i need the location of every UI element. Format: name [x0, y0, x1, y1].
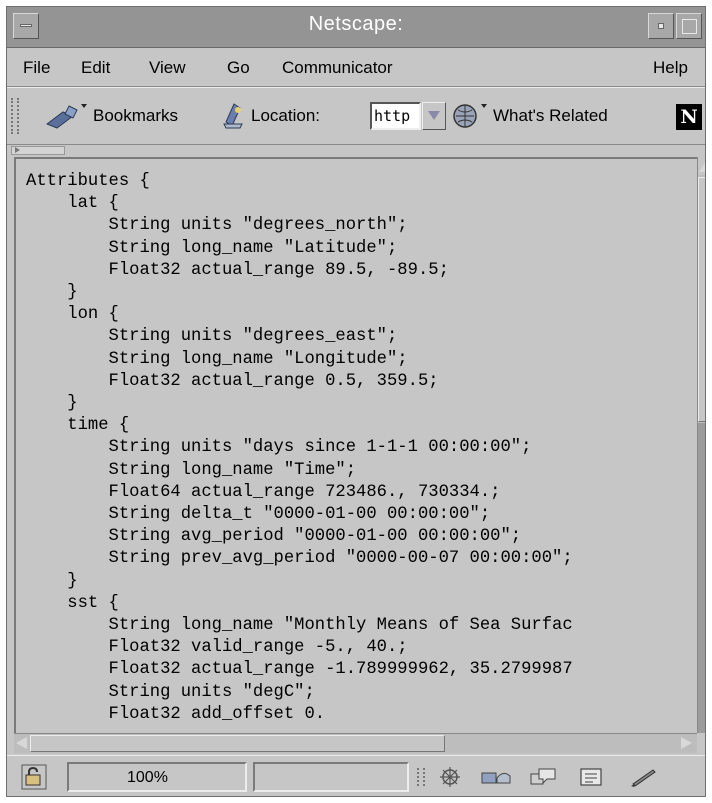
- text-line: String units "degrees_east";: [26, 327, 398, 347]
- text-line: String units "days since 1-1-1 00:00:00"…: [26, 438, 532, 458]
- pen-icon[interactable]: [627, 766, 661, 788]
- mailbox-icon[interactable]: [479, 766, 513, 788]
- minimize-button[interactable]: [648, 13, 674, 39]
- whats-related-icon: [453, 104, 487, 128]
- navigator-icon[interactable]: [435, 766, 465, 788]
- discussion-groups-icon[interactable]: [527, 766, 561, 788]
- text-line: String prev_avg_period "0000-00-07 00:00…: [26, 549, 573, 569]
- maximize-icon: [682, 19, 697, 34]
- padlock-icon[interactable]: [21, 764, 47, 790]
- page-content: Attributes { lat { String units "degrees…: [14, 157, 697, 733]
- text-line: lat {: [26, 194, 119, 214]
- location-toolbar: Bookmarks Location: http What's Related …: [7, 87, 705, 145]
- vertical-scroll-thumb[interactable]: [698, 177, 705, 422]
- component-bar-grip[interactable]: [417, 768, 425, 786]
- menu-bar: File Edit View Go Communicator Help: [7, 48, 705, 87]
- text-line: lon {: [26, 305, 119, 325]
- text-line: Float32 actual_range 89.5, -89.5;: [26, 260, 449, 280]
- zoom-level: 100%: [127, 769, 168, 786]
- attributes-text: Attributes { lat { String units "degrees…: [26, 171, 573, 726]
- text-line: }: [26, 571, 78, 591]
- menu-view[interactable]: View: [149, 58, 186, 78]
- scroll-left-icon[interactable]: [14, 734, 30, 752]
- menu-help[interactable]: Help: [653, 58, 688, 78]
- text-line: String units "degrees_north";: [26, 216, 408, 236]
- horizontal-scrollbar[interactable]: [14, 733, 697, 753]
- text-line: String long_name "Longitude";: [26, 349, 408, 369]
- location-dropdown-button[interactable]: [422, 102, 446, 130]
- text-line: Float32 add_offset 0.: [26, 704, 326, 724]
- text-line: Float32 actual_range 0.5, 359.5;: [26, 371, 439, 391]
- text-line: Float32 valid_range -5., 40.;: [26, 638, 408, 658]
- text-line: String long_name "Time";: [26, 460, 357, 480]
- menu-communicator[interactable]: Communicator: [282, 58, 393, 78]
- netscape-logo[interactable]: N: [676, 104, 702, 130]
- text-line: String long_name "Latitude";: [26, 238, 398, 258]
- bookmarks-label: Bookmarks: [93, 106, 179, 125]
- status-message-field: [253, 762, 409, 792]
- vertical-scroll-trough[interactable]: [698, 423, 705, 733]
- text-line: Attributes {: [26, 172, 150, 191]
- location-input[interactable]: http: [370, 102, 421, 130]
- horizontal-scroll-thumb[interactable]: [30, 735, 445, 752]
- text-line: }: [26, 394, 78, 414]
- collapsed-toolbar-tab[interactable]: [11, 146, 65, 155]
- text-line: sst {: [26, 593, 119, 613]
- title-bar[interactable]: Netscape:: [7, 7, 705, 48]
- minimize-icon: [658, 23, 664, 29]
- zoom-field: 100%: [67, 762, 247, 792]
- text-line: time {: [26, 416, 130, 436]
- text-line: Float64 actual_range 723486., 730334.;: [26, 482, 501, 502]
- menu-file[interactable]: File: [23, 58, 50, 78]
- text-line: String delta_t "0000-01-00 00:00:00";: [26, 505, 491, 525]
- menu-edit[interactable]: Edit: [81, 58, 110, 78]
- composer-icon[interactable]: [577, 766, 607, 788]
- text-line: }: [26, 283, 78, 303]
- text-line: String long_name "Monthly Means of Sea S…: [26, 616, 573, 636]
- text-line: Float32 actual_range -1.789999962, 35.27…: [26, 660, 573, 680]
- scroll-right-icon[interactable]: [679, 734, 695, 752]
- text-line: String avg_period "0000-01-00 00:00:00";: [26, 527, 522, 547]
- toolbar-grip[interactable]: [11, 98, 19, 134]
- netscape-window: Netscape: File Edit View Go Communicator…: [6, 6, 706, 797]
- text-line: String units "degC";: [26, 682, 315, 702]
- maximize-button[interactable]: [676, 13, 702, 39]
- menu-go[interactable]: Go: [227, 58, 250, 78]
- vertical-scrollbar[interactable]: [697, 157, 705, 733]
- scroll-up-icon[interactable]: [698, 157, 705, 175]
- location-label: Location:: [251, 106, 320, 125]
- status-bar: 100%: [7, 755, 705, 796]
- bookmarks-icon: [45, 104, 87, 129]
- whats-related-label: What's Related: [493, 106, 608, 125]
- location-icon[interactable]: [220, 100, 248, 130]
- window-title: Netscape:: [308, 13, 404, 35]
